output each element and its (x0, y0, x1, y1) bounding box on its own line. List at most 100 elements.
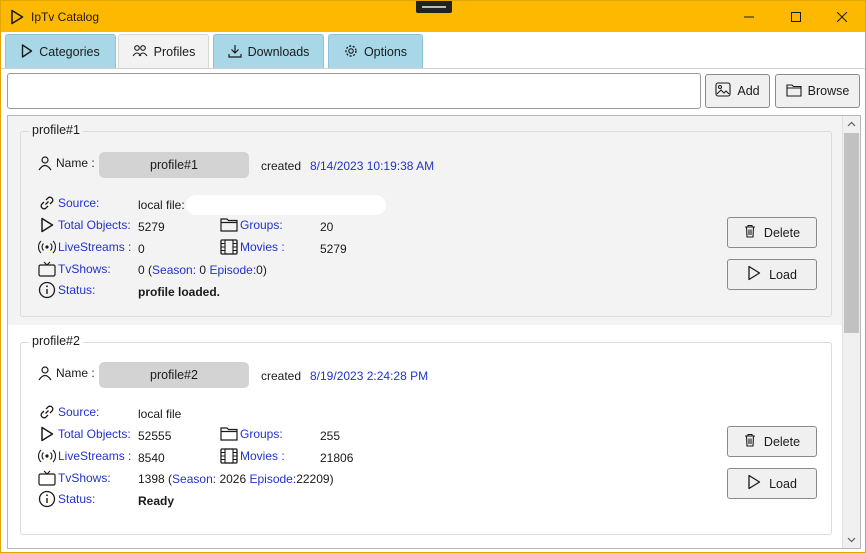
broadcast-icon (38, 238, 56, 256)
folder-icon (220, 425, 238, 443)
tab-label: Downloads (247, 45, 310, 59)
user-icon (36, 364, 54, 382)
browse-button[interactable]: Browse (775, 74, 860, 108)
total-objects-value: 5279 (138, 220, 165, 234)
play-icon (747, 265, 761, 284)
source-value: local file (138, 407, 182, 421)
vertical-scrollbar[interactable] (842, 116, 860, 548)
scroll-thumb[interactable] (844, 133, 859, 333)
created-date: 8/19/2023 2:24:28 PM (310, 369, 429, 383)
episode-value: 22209 (296, 472, 330, 486)
source-value: local file: (138, 198, 185, 212)
add-button[interactable]: Add (705, 74, 770, 108)
total-objects-value: 52555 (138, 429, 172, 443)
created-label: created (261, 369, 302, 383)
app-window: IpTv Catalog Categories Profiles Downloa… (0, 0, 866, 553)
livestreams-label[interactable]: LiveStreams : (58, 240, 131, 254)
minimize-button[interactable] (726, 1, 772, 32)
tab-label: Profiles (153, 45, 196, 59)
livestreams-label[interactable]: LiveStreams : (58, 449, 131, 463)
close-icon (837, 11, 847, 22)
movies-value: 5279 (320, 242, 347, 256)
total-objects-label[interactable]: Total Objects: (58, 218, 131, 232)
close-button[interactable] (819, 1, 865, 32)
tvshows-label[interactable]: TvShows: (58, 262, 111, 276)
play-icon (38, 216, 56, 234)
episode-label: Episode: (209, 263, 257, 277)
season-value: 0 (199, 263, 207, 277)
season-value: 2026 (219, 472, 247, 486)
tv-icon (38, 260, 56, 278)
minimize-icon (744, 16, 754, 17)
tab-downloads[interactable]: Downloads (213, 34, 324, 69)
livestreams-value: 8540 (138, 451, 165, 465)
gear-icon (344, 44, 358, 61)
scroll-down-button[interactable] (843, 532, 860, 548)
load-label: Load (769, 267, 797, 282)
path-input[interactable] (7, 73, 701, 109)
users-icon (132, 44, 148, 61)
movies-value: 21806 (320, 451, 354, 465)
groups-label[interactable]: Groups: (240, 218, 283, 232)
groups-value: 255 (320, 429, 341, 443)
groups-value: 20 (320, 220, 334, 234)
tvshows-value-row: 1398 (Season: 2026 Episode: 22209) (138, 472, 334, 486)
load-button[interactable]: Load (727, 259, 817, 290)
chevron-down-icon (847, 537, 856, 543)
play-icon (747, 474, 761, 493)
folder-icon (220, 216, 238, 234)
image-add-icon (715, 82, 731, 100)
profile-card[interactable]: profile#1 Name : profile#1 created 8/14/… (8, 116, 842, 325)
created-label: created (261, 159, 302, 173)
tab-options[interactable]: Options (328, 34, 423, 69)
link-icon (38, 194, 56, 212)
status-label[interactable]: Status: (58, 492, 95, 506)
episode-label: Episode: (249, 472, 297, 486)
season-label: Season: (152, 263, 197, 277)
source-label[interactable]: Source: (58, 196, 99, 210)
add-label: Add (737, 84, 760, 98)
tvshows-label[interactable]: TvShows: (58, 471, 111, 485)
tab-bar: Categories Profiles Downloads Options (1, 32, 865, 69)
tab-label: Options (363, 45, 408, 59)
scroll-up-button[interactable] (843, 116, 860, 132)
trash-icon (744, 224, 756, 241)
movies-label[interactable]: Movies : (240, 240, 285, 254)
info-icon (38, 281, 56, 299)
tv-icon (38, 469, 56, 487)
film-icon (220, 447, 238, 465)
tab-label: Categories (39, 45, 100, 59)
delete-button[interactable]: Delete (727, 426, 817, 457)
tvshows-value: 1398 (138, 472, 165, 486)
profile-card[interactable]: profile#2 Name : profile#2 created 8/19/… (8, 325, 842, 543)
status-label[interactable]: Status: (58, 283, 95, 297)
snap-grip[interactable] (416, 1, 452, 13)
title-bar[interactable]: IpTv Catalog (1, 1, 865, 32)
play-icon (38, 425, 56, 443)
total-objects-label[interactable]: Total Objects: (58, 427, 131, 441)
created-date: 8/14/2023 10:19:38 AM (310, 159, 435, 173)
profile-legend: profile#1 (29, 123, 83, 137)
tvshows-value-row: 0 (Season: 0 Episode: 0) (138, 263, 267, 277)
profiles-list[interactable]: profile#1 Name : profile#1 created 8/14/… (7, 115, 861, 549)
groups-label[interactable]: Groups: (240, 427, 283, 441)
user-icon (36, 154, 54, 172)
delete-button[interactable]: Delete (727, 217, 817, 248)
redacted-path (186, 195, 386, 215)
source-label[interactable]: Source: (58, 405, 99, 419)
tab-categories[interactable]: Categories (5, 34, 116, 69)
window-title: IpTv Catalog (31, 9, 100, 24)
maximize-icon (791, 11, 801, 22)
load-button[interactable]: Load (727, 468, 817, 499)
film-icon (220, 238, 238, 256)
folder-icon (786, 83, 802, 100)
delete-label: Delete (763, 434, 801, 449)
profile-name: profile#2 (99, 362, 249, 388)
livestreams-value: 0 (138, 242, 145, 256)
delete-label: Delete (763, 225, 801, 240)
tab-profiles[interactable]: Profiles (118, 34, 209, 69)
maximize-button[interactable] (773, 1, 819, 32)
tvshows-value: 0 (138, 263, 145, 277)
movies-label[interactable]: Movies : (240, 449, 285, 463)
episode-value: 0 (256, 263, 263, 277)
